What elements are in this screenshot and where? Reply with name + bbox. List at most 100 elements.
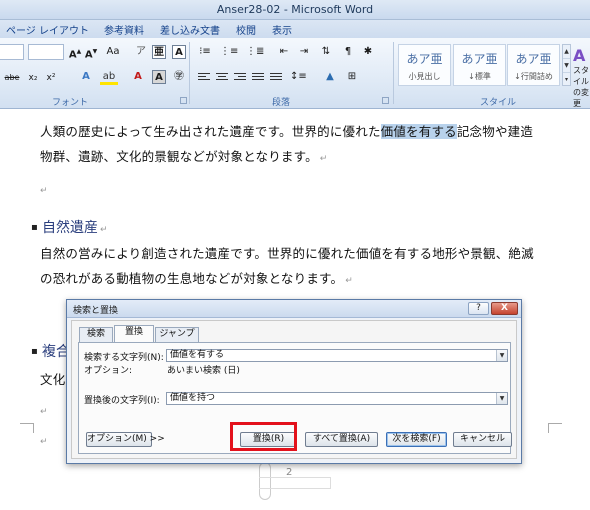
highlight-color-icon[interactable]: ab xyxy=(100,69,118,85)
styles-gallery-scroll[interactable]: ▲ ▼ ▾ xyxy=(562,44,571,86)
tab-goto[interactable]: ジャンプ xyxy=(155,327,199,342)
superscript-icon[interactable]: x² xyxy=(44,70,58,86)
find-label: 検索する文字列(N): xyxy=(84,353,164,363)
crop-mark xyxy=(548,423,562,433)
chevron-down-icon[interactable]: ▼ xyxy=(563,59,570,73)
tab-references[interactable]: 参考資料 xyxy=(104,22,144,37)
character-border-icon[interactable]: A xyxy=(172,45,186,59)
styles-group-label: スタイル xyxy=(480,98,517,108)
text-run: 自然の営みにより創造された遺産です。世界的に優れた価値を有する地形や景観、絶滅 xyxy=(40,246,534,261)
text-run: の恐れがある動植物の生息地などが対象となります。 xyxy=(40,271,344,286)
selected-text: 価値を有する xyxy=(380,124,457,139)
decrease-indent-icon[interactable]: ⇤ xyxy=(276,44,292,60)
phonetic-guide-icon[interactable]: 亜 xyxy=(152,45,166,59)
font-group-label: フォント xyxy=(52,98,89,108)
font-color-icon[interactable]: A xyxy=(130,69,146,85)
enclose-characters-icon[interactable]: ㊫ xyxy=(172,69,186,85)
options-label: オプション: xyxy=(84,366,133,376)
replace-input-value: 価値を持つ xyxy=(170,393,216,403)
justify-icon[interactable] xyxy=(252,73,264,83)
footer-frame xyxy=(259,477,331,489)
tab-page-layout[interactable]: ページ レイアウト xyxy=(6,22,89,37)
font-name-box[interactable] xyxy=(0,44,24,60)
style-sample: あア亜 xyxy=(406,52,443,66)
close-button[interactable]: X xyxy=(491,302,518,315)
shading-icon[interactable]: ▲ xyxy=(322,69,338,85)
style-sample: あア亜 xyxy=(461,52,498,66)
text-run: 物群、遺跡、文化的景観などが対象となります。 xyxy=(40,149,318,164)
sort-icon[interactable]: ⇅ xyxy=(318,44,334,60)
increase-indent-icon[interactable]: ⇥ xyxy=(296,44,312,60)
paragraph-mark: ↵ xyxy=(40,437,48,447)
change-styles-label: スタイルの変更 xyxy=(573,66,589,108)
heading-natural-heritage: 自然遺産 ↵ xyxy=(42,217,108,237)
line-spacing-icon[interactable]: ↕≡ xyxy=(290,69,307,85)
crop-mark xyxy=(20,423,34,433)
text-run: 人類の歴史によって生み出された遺産です。世界的に優れた xyxy=(40,124,381,139)
change-styles-button[interactable]: A スタイルの変更 xyxy=(573,46,590,108)
multilevel-list-icon[interactable]: ⋮≣ xyxy=(246,44,264,60)
style-heading-small[interactable]: あア亜 小見出し xyxy=(398,44,451,86)
ribbon: A▲ A▼ Aa ア 亜 A abe x₂ x² A ab A A ㊫ フォント… xyxy=(0,38,590,109)
dialog-title: 検索と置換 xyxy=(73,306,119,316)
align-center-icon[interactable] xyxy=(216,73,228,83)
tab-replace[interactable]: 置換 xyxy=(114,325,154,343)
options-button[interactable]: オプション(M) >> xyxy=(86,432,165,447)
chevron-down-icon[interactable]: ▼ xyxy=(496,393,507,404)
font-size-box[interactable] xyxy=(28,44,64,60)
clear-formatting-icon[interactable]: ア xyxy=(134,44,148,60)
paragraph-dialog-launcher-icon[interactable] xyxy=(382,97,389,104)
bullets-icon[interactable]: ⁝≡ xyxy=(196,44,214,60)
dialog-title-bar[interactable]: 検索と置換 ? X xyxy=(67,300,521,318)
subscript-icon[interactable]: x₂ xyxy=(26,70,40,86)
asian-layout-icon[interactable]: ✱ xyxy=(360,44,376,60)
paragraph-line: 物群、遺跡、文化的景観などが対象となります。 ↵ xyxy=(40,146,328,165)
find-input-value: 価値を有する xyxy=(170,350,225,360)
style-no-spacing[interactable]: あア亜 ↓行間詰め xyxy=(507,44,560,86)
page-number: 2 xyxy=(286,467,293,478)
text-effects-icon[interactable]: A xyxy=(78,69,94,85)
style-normal[interactable]: あア亜 ↓標準 xyxy=(453,44,506,86)
borders-icon[interactable]: ⊞ xyxy=(344,69,360,85)
group-divider xyxy=(189,42,190,104)
help-button[interactable]: ? xyxy=(468,302,489,315)
find-next-button[interactable]: 次を検索(F) xyxy=(386,432,447,447)
chevron-up-icon[interactable]: ▲ xyxy=(563,45,570,59)
style-name: ↓行間詰め xyxy=(514,72,553,81)
tab-view[interactable]: 表示 xyxy=(272,22,292,37)
find-replace-dialog: 検索と置換 ? X 検索 置換 ジャンプ 検索する文字列(N): 価値を有する … xyxy=(66,299,522,464)
title-bar: Anser28-02 - Microsoft Word xyxy=(0,0,590,20)
grow-font-icon[interactable]: A▲ xyxy=(68,44,82,60)
align-right-icon[interactable] xyxy=(234,73,246,83)
character-shading-icon[interactable]: A xyxy=(152,70,166,84)
shrink-font-icon[interactable]: A▼ xyxy=(84,44,98,60)
group-divider xyxy=(393,42,394,104)
window-title: Anser28-02 - Microsoft Word xyxy=(216,3,374,16)
text-run: 記念物や建造 xyxy=(456,124,534,139)
paragraph-line: 人類の歴史によって生み出された遺産です。世界的に優れた価値を有する記念物や建造 xyxy=(40,121,533,140)
change-styles-icon: A xyxy=(573,46,586,65)
options-value: あいまい検索 (日) xyxy=(167,366,240,376)
tab-find[interactable]: 検索 xyxy=(79,327,113,342)
font-dialog-launcher-icon[interactable] xyxy=(180,97,187,104)
show-formatting-marks-icon[interactable]: ¶ xyxy=(340,44,356,60)
replace-input[interactable]: 価値を持つ ▼ xyxy=(166,392,508,405)
style-name: ↓標準 xyxy=(468,72,491,81)
tab-mailings[interactable]: 差し込み文書 xyxy=(160,22,220,37)
distributed-icon[interactable] xyxy=(270,73,282,83)
find-input[interactable]: 価値を有する ▼ xyxy=(166,349,508,362)
paragraph-line: 文化 xyxy=(40,372,66,387)
paragraph-mark: ↵ xyxy=(40,186,48,196)
bullet-icon: ▪ xyxy=(31,222,38,233)
replace-all-button[interactable]: すべて置換(A) xyxy=(305,432,378,447)
bullet-icon: ▪ xyxy=(31,346,38,357)
numbering-icon[interactable]: ⋮≡ xyxy=(220,44,238,60)
more-icon[interactable]: ▾ xyxy=(563,73,570,87)
strikethrough-icon[interactable]: abe xyxy=(2,70,22,86)
align-left-icon[interactable] xyxy=(198,73,210,83)
chevron-down-icon[interactable]: ▼ xyxy=(496,350,507,361)
paragraph-mark: ↵ xyxy=(345,276,353,286)
change-case-icon[interactable]: Aa xyxy=(104,44,122,60)
cancel-button[interactable]: キャンセル xyxy=(453,432,512,447)
tab-review[interactable]: 校閲 xyxy=(236,22,256,37)
